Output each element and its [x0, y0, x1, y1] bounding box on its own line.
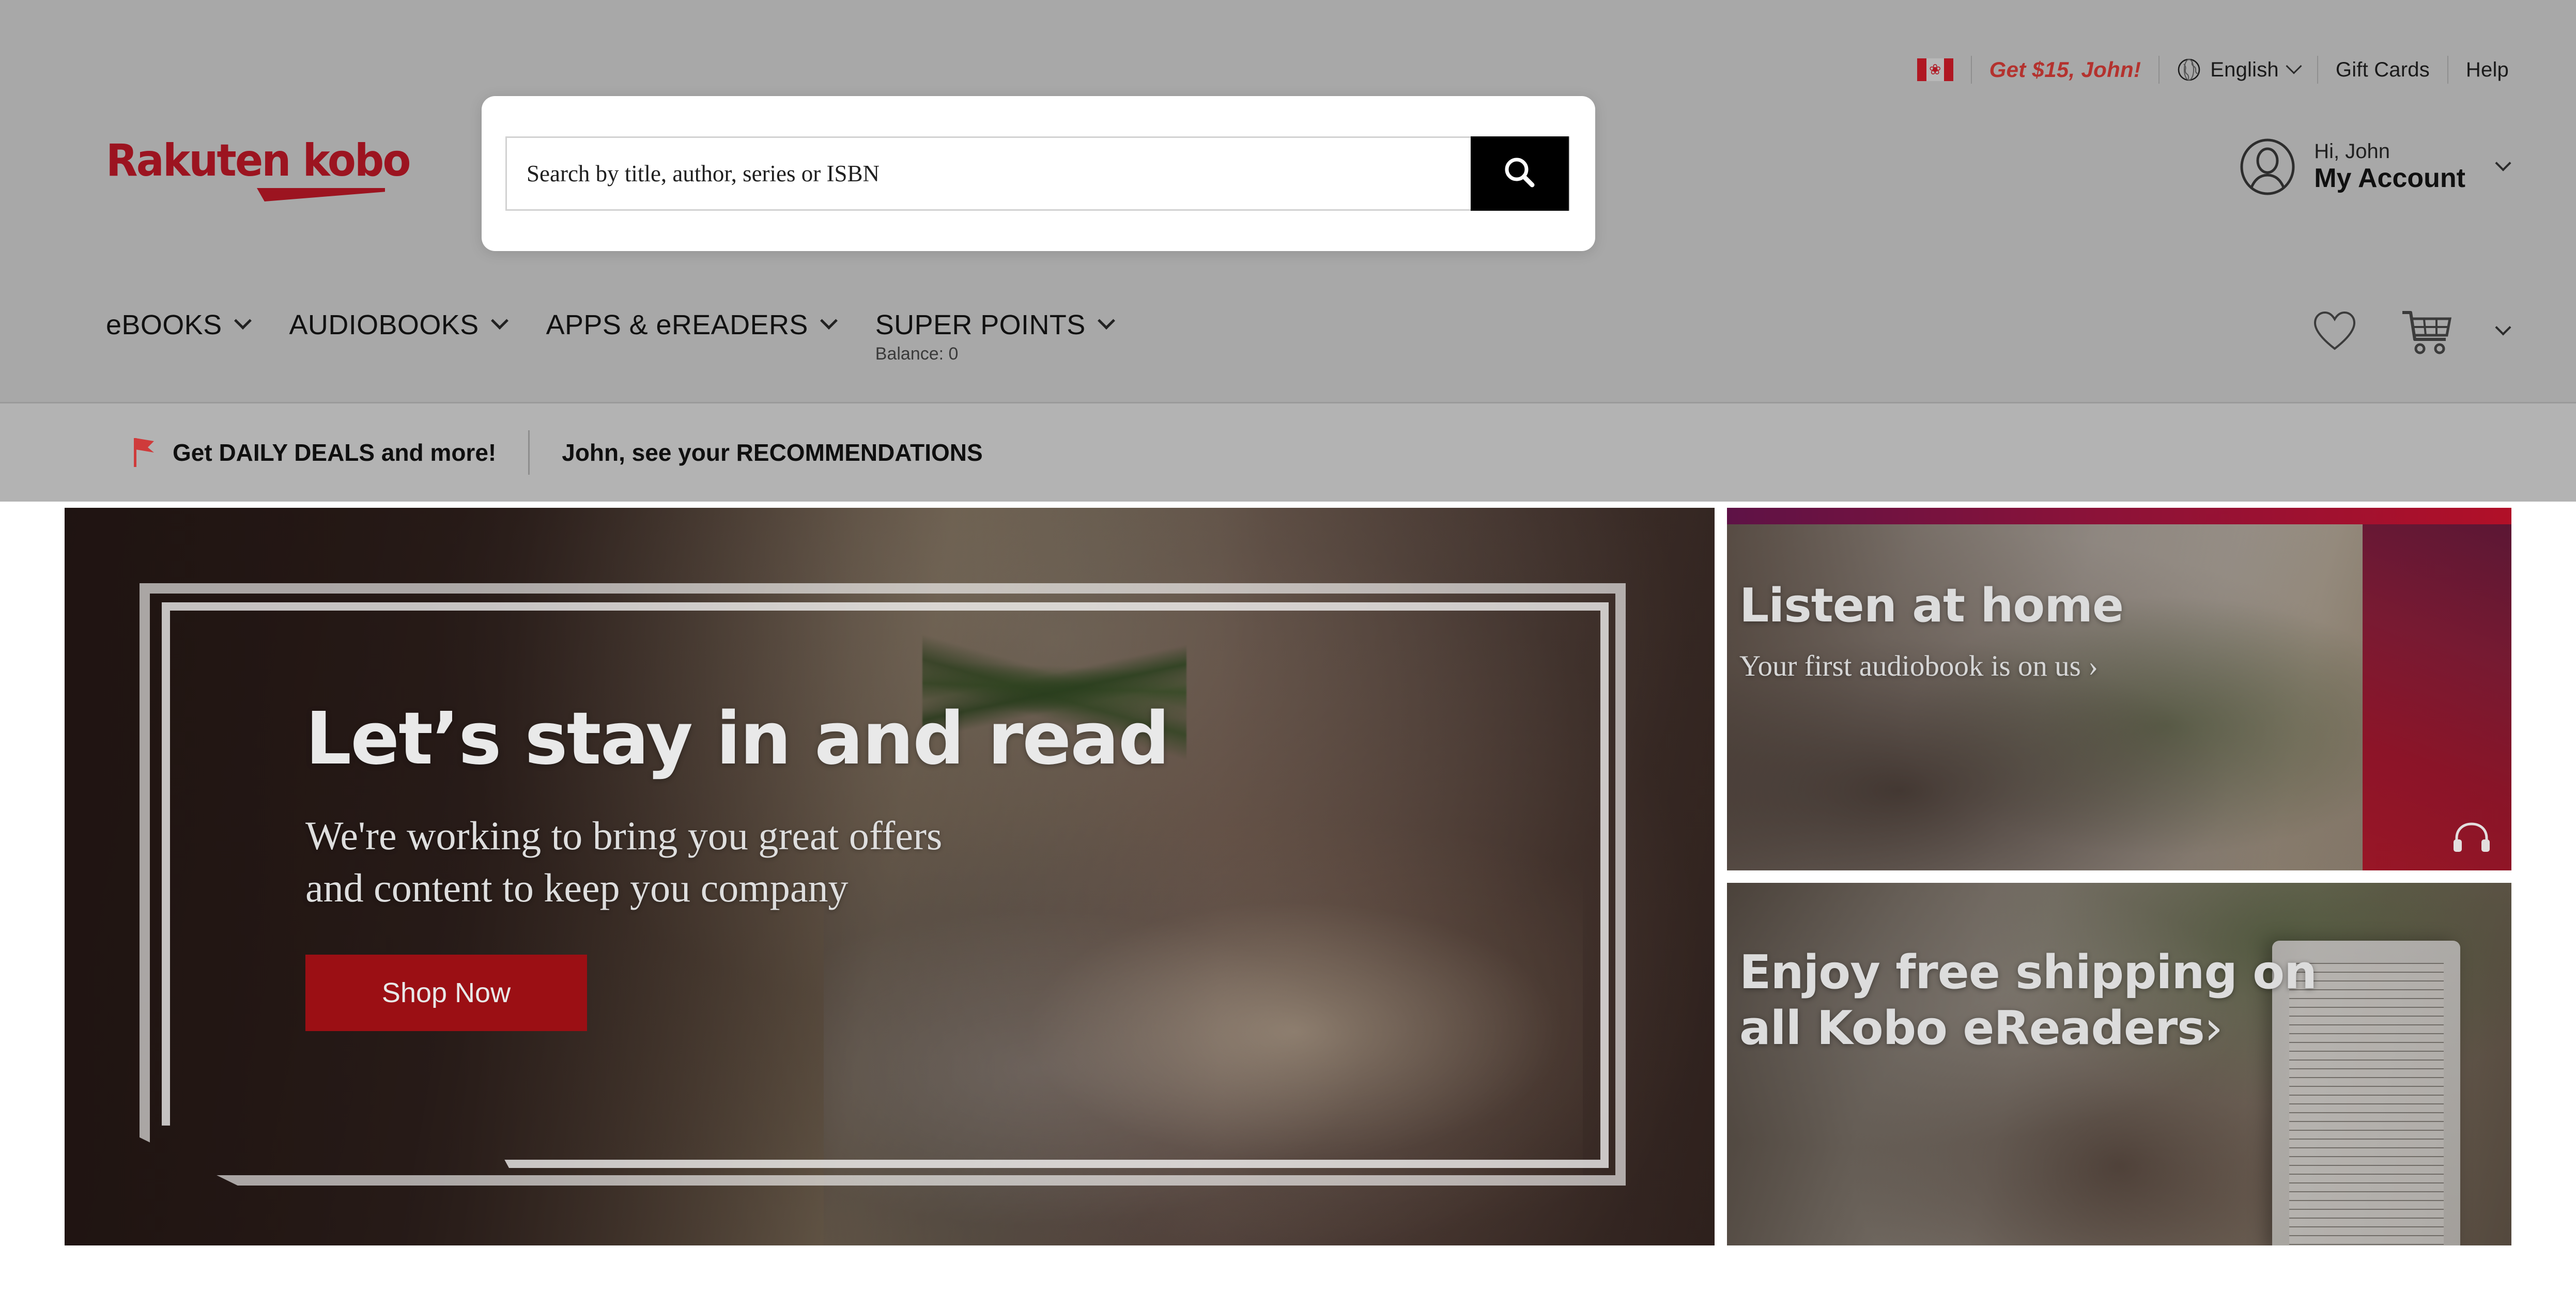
promo-bar: Get DAILY DEALS and more! John, see your…	[0, 403, 2576, 502]
divider	[1970, 56, 1972, 84]
hero-headline: Let’s stay in and read	[305, 697, 1170, 781]
recommendations-link[interactable]: John, see your RECOMMENDATIONS	[562, 439, 982, 466]
main-content: Let’s stay in and read We're working to …	[0, 502, 2576, 1309]
globe-icon	[2178, 58, 2200, 81]
nav-item-super-points[interactable]: SUPER POINTS Balance: 0	[875, 309, 1115, 364]
utility-bar: ❀ Get $15, John! English Gift Cards Help	[1917, 52, 2509, 88]
ereader-promo-card[interactable]: Enjoy free shipping on all Kobo eReaders…	[1727, 883, 2511, 1245]
help-link[interactable]: Help	[2466, 58, 2509, 82]
search-icon	[1505, 158, 1535, 188]
chevron-down-icon[interactable]	[2495, 319, 2511, 336]
nav-item-apps-ereaders[interactable]: APPS & eREADERS	[546, 309, 838, 341]
account-title: My Account	[2314, 163, 2465, 194]
nav-label: APPS & eREADERS	[546, 309, 808, 340]
user-avatar-icon	[2240, 138, 2295, 195]
kobo-homepage: ❀ Get $15, John! English Gift Cards Help	[0, 0, 2576, 1309]
heart-icon[interactable]	[2312, 310, 2357, 352]
promo-bar-inner: Get DAILY DEALS and more! John, see your…	[130, 430, 983, 475]
hero-banner[interactable]: Let’s stay in and read We're working to …	[65, 508, 1715, 1245]
shopping-cart-icon[interactable]	[2400, 307, 2454, 355]
chevron-down-icon[interactable]	[2495, 155, 2511, 172]
nav-actions	[2312, 307, 2511, 355]
audiobook-subtext-label: Your first audiobook is on us	[1739, 650, 2081, 683]
chevron-down-icon	[490, 312, 508, 330]
audiobook-headline: Listen at home	[1739, 579, 2124, 633]
search-submit-button[interactable]	[1471, 136, 1569, 211]
site-header: ❀ Get $15, John! English Gift Cards Help	[0, 0, 2576, 502]
nav-label: eBOOKS	[106, 309, 222, 340]
chevron-down-icon	[234, 312, 252, 330]
account-labels: Hi, John My Account	[2314, 140, 2465, 193]
chevron-down-icon	[2286, 58, 2302, 74]
promo-rail: Listen at home Your first audiobook is o…	[1727, 508, 2511, 1245]
logo-swoosh	[257, 188, 385, 201]
ereader-headline-label: Enjoy free shipping on all Kobo eReaders	[1739, 945, 2317, 1055]
chevron-right-icon: ›	[2204, 1001, 2223, 1055]
chevron-down-icon	[820, 312, 838, 330]
red-flag-icon	[134, 438, 154, 467]
get-credit-link[interactable]: Get $15, John!	[1989, 57, 2141, 82]
audiobook-text: Listen at home Your first audiobook is o…	[1739, 579, 2124, 683]
super-points-balance: Balance: 0	[875, 344, 959, 364]
nav-label: SUPER POINTS	[875, 309, 1086, 340]
main-navigation: eBOOKS AUDIOBOOKS APPS & eREADERS SUPER …	[106, 309, 1153, 364]
chevron-down-icon	[1097, 312, 1115, 330]
account-greeting: Hi, John	[2314, 140, 2390, 163]
search-card	[482, 96, 1595, 251]
divider	[2158, 56, 2160, 84]
language-label: English	[2210, 58, 2279, 81]
daily-deals-link[interactable]: Get DAILY DEALS and more!	[173, 439, 496, 466]
divider	[2447, 56, 2448, 84]
chevron-right-icon: ›	[2088, 650, 2099, 683]
nav-item-audiobooks[interactable]: AUDIOBOOKS	[289, 309, 508, 341]
logo-wordmark: Rakuten kobo	[106, 135, 411, 186]
canada-flag-icon[interactable]: ❀	[1917, 58, 1953, 81]
gift-cards-link[interactable]: Gift Cards	[2336, 58, 2430, 82]
banner-grid: Let’s stay in and read We're working to …	[65, 508, 2511, 1245]
search-input[interactable]	[507, 138, 1471, 209]
hero-content: Let’s stay in and read We're working to …	[305, 703, 1339, 1031]
audiobook-promo-card[interactable]: Listen at home Your first audiobook is o…	[1727, 508, 2511, 870]
account-menu[interactable]: Hi, John My Account	[2239, 133, 2511, 200]
nav-item-ebooks[interactable]: eBOOKS	[106, 309, 252, 341]
divider	[2317, 56, 2318, 84]
divider	[528, 430, 530, 475]
headphones-icon	[2454, 822, 2490, 852]
language-selector[interactable]: English	[2177, 58, 2302, 82]
nav-label: AUDIOBOOKS	[289, 309, 479, 340]
maple-leaf-glyph: ❀	[1929, 61, 1941, 77]
hero-subtext: We're working to bring you great offers …	[305, 813, 943, 911]
audiobook-accent-bar	[1727, 508, 2511, 524]
search-field-wrapper	[505, 136, 1570, 211]
audiobook-subtext: Your first audiobook is on us ›	[1739, 649, 2123, 683]
ereader-scrim	[1727, 883, 2511, 1245]
site-logo[interactable]: Rakuten kobo	[106, 135, 457, 201]
ereader-text: Enjoy free shipping on all Kobo eReaders…	[1739, 945, 2349, 1056]
audiobook-scrim	[1727, 508, 2511, 870]
ereader-headline: Enjoy free shipping on all Kobo eReaders…	[1739, 945, 2349, 1056]
shop-now-button[interactable]: Shop Now	[305, 954, 587, 1031]
